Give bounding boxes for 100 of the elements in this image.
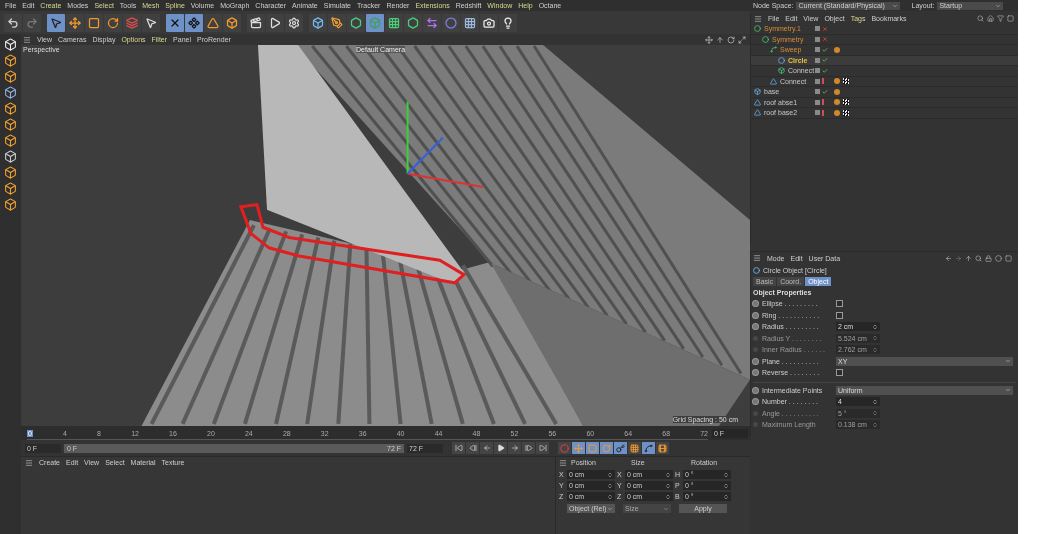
- phong-tag-icon[interactable]: [834, 46, 840, 53]
- circle-icon[interactable]: [995, 254, 1002, 262]
- axis-gizmo[interactable]: [406, 101, 484, 189]
- toolbar-button[interactable]: [309, 13, 327, 32]
- stepper-icon[interactable]: [872, 410, 878, 417]
- keyframe-toggle[interactable]: [656, 442, 669, 454]
- close-icon[interactable]: [822, 36, 828, 43]
- stepper-icon[interactable]: [665, 482, 671, 489]
- mode-tool-icon[interactable]: [4, 182, 17, 195]
- keyframe-toggle[interactable]: [600, 442, 613, 454]
- menu-icon[interactable]: [559, 458, 567, 467]
- stepper-icon[interactable]: [872, 421, 878, 428]
- new-window-icon[interactable]: [1005, 254, 1012, 262]
- checkbox[interactable]: [836, 300, 843, 308]
- checker-tag-icon[interactable]: [843, 109, 849, 116]
- playback-button[interactable]: [466, 442, 479, 454]
- toolbar-button[interactable]: [385, 13, 403, 32]
- mode-tool-icon[interactable]: [4, 118, 17, 131]
- pointer-icon: [145, 16, 157, 29]
- toolbar-button[interactable]: [247, 13, 265, 32]
- toolbar-button[interactable]: [47, 13, 65, 32]
- check-icon[interactable]: [822, 57, 828, 64]
- menu-icon[interactable]: [754, 14, 762, 23]
- mode-tool-icon[interactable]: [4, 150, 17, 163]
- checkbox[interactable]: [836, 369, 843, 377]
- playback-button[interactable]: [494, 442, 507, 454]
- search-icon[interactable]: [977, 15, 984, 22]
- stepper-icon[interactable]: [607, 471, 613, 478]
- checker-tag-icon[interactable]: [843, 99, 849, 106]
- maximize-icon[interactable]: [738, 35, 746, 44]
- stepper-icon[interactable]: [665, 493, 671, 500]
- orbit-icon[interactable]: [727, 35, 735, 44]
- playback-button[interactable]: [522, 442, 535, 454]
- checker-tag-icon[interactable]: [843, 78, 849, 85]
- zoom-icon[interactable]: [716, 35, 724, 44]
- keyframe-toggle[interactable]: [642, 442, 655, 454]
- phong-tag-icon[interactable]: [834, 88, 840, 95]
- toolbar-button[interactable]: [66, 13, 84, 32]
- check-icon[interactable]: [822, 46, 828, 53]
- new-window-icon[interactable]: [1007, 15, 1014, 22]
- playback-button[interactable]: [452, 442, 465, 454]
- toolbar-button[interactable]: [104, 13, 122, 32]
- up-icon[interactable]: [965, 254, 972, 262]
- toolbar-button[interactable]: [480, 13, 498, 32]
- forward-icon[interactable]: [955, 254, 962, 262]
- toolbar-button[interactable]: [266, 13, 284, 32]
- stepper-icon[interactable]: [872, 398, 878, 405]
- toolbar-button[interactable]: [142, 13, 160, 32]
- toolbar-button[interactable]: [347, 13, 365, 32]
- mode-tool-icon[interactable]: [4, 102, 17, 115]
- toolbar-button[interactable]: [366, 13, 384, 32]
- keyframe-toggle[interactable]: [558, 442, 571, 454]
- mode-tool-icon[interactable]: [4, 134, 17, 147]
- keyframe-toggle[interactable]: [628, 442, 641, 454]
- stepper-icon[interactable]: [607, 482, 613, 489]
- stepper-icon[interactable]: [607, 493, 613, 500]
- check-icon[interactable]: [822, 67, 828, 74]
- toolbar-button[interactable]: [223, 13, 241, 32]
- toolbar-button[interactable]: [204, 13, 222, 32]
- stepper-icon[interactable]: [665, 471, 671, 478]
- toolbar-button[interactable]: [404, 13, 422, 32]
- home-icon[interactable]: [987, 15, 994, 22]
- menu-icon[interactable]: [23, 35, 31, 44]
- mode-tool-icon[interactable]: [4, 166, 17, 179]
- keyframe-toggle[interactable]: [586, 442, 599, 454]
- stepper-icon[interactable]: [872, 346, 878, 353]
- search-icon[interactable]: [975, 254, 982, 262]
- mode-tool-icon[interactable]: [4, 86, 17, 99]
- phong-tag-icon[interactable]: [834, 99, 840, 106]
- toolbar-button[interactable]: [461, 13, 479, 32]
- checkbox[interactable]: [836, 311, 843, 319]
- stepper-icon[interactable]: [872, 335, 878, 342]
- stepper-icon[interactable]: [723, 493, 729, 500]
- mode-tool-icon[interactable]: [4, 54, 17, 67]
- mode-tool-icon[interactable]: [4, 70, 17, 83]
- toolbar-button[interactable]: [185, 13, 203, 32]
- toolbar-button[interactable]: [499, 13, 517, 32]
- toolbar-button[interactable]: [85, 13, 103, 32]
- playback-button[interactable]: [536, 442, 549, 454]
- toolbar-button[interactable]: [285, 13, 303, 32]
- mode-tool-icon[interactable]: [4, 198, 17, 211]
- render-icon: [269, 16, 281, 29]
- back-icon[interactable]: [945, 254, 952, 262]
- check-icon[interactable]: [822, 88, 828, 95]
- stepper-icon[interactable]: [723, 482, 729, 489]
- menu-icon[interactable]: [753, 254, 761, 262]
- keyframe-toggle[interactable]: [572, 442, 585, 454]
- toolbar-button[interactable]: [328, 13, 346, 32]
- pan-icon[interactable]: [705, 35, 713, 44]
- stepper-icon[interactable]: [872, 323, 878, 330]
- lock-icon[interactable]: [985, 254, 992, 262]
- keyframe-toggle[interactable]: [614, 442, 627, 454]
- phong-tag-icon[interactable]: [834, 78, 840, 85]
- stepper-icon[interactable]: [723, 471, 729, 478]
- filter-icon[interactable]: [997, 15, 1004, 22]
- close-icon[interactable]: [822, 25, 828, 32]
- phong-tag-icon[interactable]: [834, 109, 840, 116]
- menu-icon[interactable]: [25, 458, 33, 467]
- toolbar-button[interactable]: [4, 13, 22, 32]
- toolbar-button[interactable]: [166, 13, 184, 32]
